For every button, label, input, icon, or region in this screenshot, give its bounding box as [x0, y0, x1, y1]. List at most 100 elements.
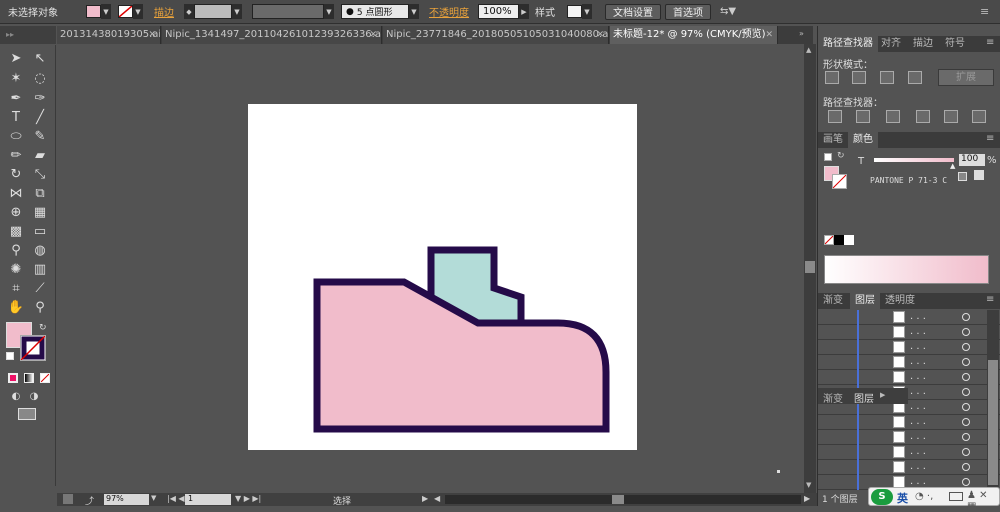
exclude-icon[interactable] [908, 71, 922, 84]
artboard[interactable] [248, 104, 637, 450]
target-circle-icon[interactable] [962, 358, 970, 366]
arrange-icon[interactable]: ⇆▼ [720, 3, 736, 20]
black-swatch[interactable] [834, 235, 844, 245]
pencil-tool-icon[interactable]: ✏ [6, 146, 26, 165]
target-circle-icon[interactable] [962, 328, 970, 336]
stroke-weight-dropdown[interactable]: ◆ ▼ [184, 3, 242, 20]
tab-stroke[interactable]: 描边 [908, 36, 938, 52]
target-circle-icon[interactable] [962, 343, 970, 351]
vertical-scrollbar[interactable]: ▲ ▼ [804, 44, 816, 493]
target-circle-icon[interactable] [962, 373, 970, 381]
layer-name[interactable]: . . . [910, 476, 926, 487]
layer-name[interactable]: . . . [910, 386, 926, 397]
selection-tool-icon[interactable]: ➤ [6, 49, 26, 68]
direct-selection-tool-icon[interactable]: ↖ [30, 49, 50, 68]
layers-scrollbar[interactable] [987, 310, 999, 490]
gradient-tool-icon[interactable]: ▭ [30, 222, 50, 241]
panel-menu-icon[interactable]: ≡ [980, 3, 989, 20]
layer-name[interactable]: . . . [910, 461, 926, 472]
scroll-right-icon[interactable]: ▶ [804, 494, 810, 503]
document-tab[interactable]: Nipic_1341497_20110426101239326336.ai* ✕ [162, 26, 382, 44]
layer-row[interactable]: . . . [818, 340, 1000, 355]
crop-icon[interactable] [916, 110, 930, 123]
color-mode-icon[interactable] [8, 373, 18, 383]
layer-row[interactable]: . . . [818, 370, 1000, 385]
ime-user-icon[interactable]: ♟ ✕ ▦ [967, 490, 999, 512]
layer-name[interactable]: . . . [910, 431, 926, 442]
tab-symbols[interactable]: 符号 [940, 36, 970, 52]
status-menu-icon[interactable]: ▶ [422, 494, 428, 503]
close-icon[interactable]: ✕ [369, 26, 377, 44]
tint-slider[interactable] [874, 158, 954, 162]
merge-icon[interactable] [886, 110, 900, 123]
layer-name[interactable]: . . . [910, 371, 926, 382]
document-settings-button[interactable]: 文档设置 [605, 3, 661, 20]
minus-front-icon[interactable] [852, 71, 866, 84]
tab-pathfinder[interactable]: 路径查找器 [818, 36, 878, 52]
scale-tool-icon[interactable]: ⤡ [30, 165, 50, 184]
target-circle-icon[interactable] [962, 478, 970, 486]
horizontal-scroll-thumb[interactable] [612, 495, 624, 504]
target-circle-icon[interactable] [962, 418, 970, 426]
horizontal-scrollbar[interactable] [445, 495, 801, 504]
hand-tool-icon[interactable]: ✋ [6, 298, 26, 317]
target-circle-icon[interactable] [962, 313, 970, 321]
none-swatch[interactable] [824, 235, 834, 245]
scroll-up-icon[interactable]: ▲ [806, 46, 811, 54]
tab-overflow-icon[interactable]: » [799, 29, 804, 38]
panel-menu-icon[interactable]: ≡ [986, 133, 994, 144]
tint-slider-handle[interactable]: ▲ [950, 162, 955, 170]
zoom-dropdown-icon[interactable]: ▼ [151, 494, 156, 502]
panel-menu-icon[interactable]: ≡ [986, 294, 994, 305]
type-tool-icon[interactable]: T [6, 108, 26, 127]
free-transform-tool-icon[interactable]: ⧉ [30, 184, 50, 203]
artboard-tool-icon[interactable]: ⌗ [6, 279, 26, 298]
target-circle-icon[interactable] [962, 388, 970, 396]
zoom-tool-icon[interactable]: ⚲ [30, 298, 50, 317]
curvature-tool-icon[interactable]: ✑ [30, 89, 50, 108]
eraser-tool-icon[interactable]: ▰ [30, 146, 50, 165]
layer-name[interactable]: . . . [910, 311, 926, 322]
style-swatch-control[interactable]: ▼ [567, 3, 592, 20]
share-icon[interactable]: ⤴ [85, 494, 94, 507]
swap-colors-icon[interactable]: ↻ [39, 323, 47, 333]
scroll-left-icon[interactable]: ◀ [434, 494, 440, 503]
mini-swap-icon[interactable]: ↻ [837, 151, 845, 161]
shape-builder-tool-icon[interactable]: ⊕ [6, 203, 26, 222]
mini-default-colors-icon[interactable] [824, 153, 832, 161]
width-tool-icon[interactable]: ⋈ [6, 184, 26, 203]
layer-row[interactable]: . . . [818, 460, 1000, 475]
draw-behind-icon[interactable]: ◑ [24, 387, 44, 406]
stroke-label[interactable]: 描边 [154, 3, 174, 20]
tab-gradient[interactable]: 渐变 [818, 293, 848, 309]
lasso-tool-icon[interactable]: ◌ [30, 69, 50, 88]
stroke-color-box[interactable] [20, 335, 46, 361]
blend-tool-icon[interactable]: ◍ [30, 241, 50, 260]
layer-name[interactable]: . . . [910, 416, 926, 427]
out-of-gamut-icon[interactable] [974, 170, 984, 180]
slice-tool-icon[interactable]: ⟋ [30, 279, 50, 298]
layer-name[interactable]: . . . [910, 401, 926, 412]
gradient-mode-icon[interactable] [24, 373, 34, 383]
layer-name[interactable]: . . . [910, 356, 926, 367]
status-icon[interactable] [63, 494, 73, 504]
document-tab[interactable]: 20131438019305.ai* ✕ [57, 26, 161, 44]
target-circle-icon[interactable] [962, 433, 970, 441]
tab-brushes[interactable]: 画笔 [818, 132, 848, 148]
layer-row[interactable]: . . . [818, 325, 1000, 340]
screen-mode-icon[interactable] [18, 408, 36, 420]
ime-toolbar[interactable]: S 英 ◔ ·, ♟ ✕ ▦ [868, 487, 1000, 512]
opacity-field[interactable]: 100% ▶ [478, 3, 529, 20]
perspective-grid-tool-icon[interactable]: ▦ [30, 203, 50, 222]
scroll-down-icon[interactable]: ▼ [806, 481, 811, 489]
target-circle-icon[interactable] [962, 448, 970, 456]
ime-logo[interactable]: S [871, 489, 893, 505]
preferences-button[interactable]: 首选项 [665, 3, 711, 20]
tab-layers[interactable]: 图层 [850, 293, 880, 309]
document-tab-active[interactable]: 未标题-12* @ 97% (CMYK/预览) ✕ [610, 26, 778, 44]
opacity-label[interactable]: 不透明度 [429, 3, 469, 20]
color-spectrum[interactable] [824, 255, 989, 284]
panel-menu-icon[interactable]: ≡ [986, 37, 994, 48]
layer-row[interactable]: . . . [818, 415, 1000, 430]
next-artboard-icon[interactable]: ▼ ▶ ▶| [235, 494, 261, 503]
